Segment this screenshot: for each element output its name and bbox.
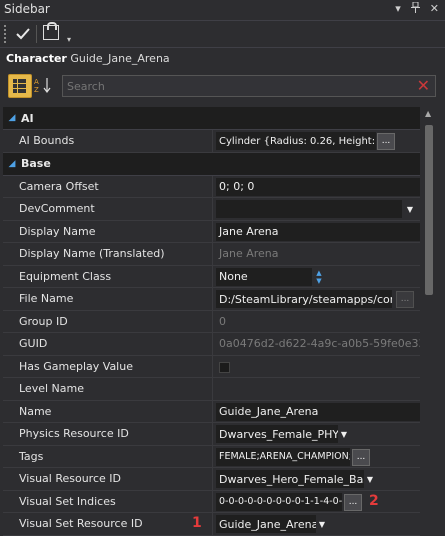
- devcomment-dropdown-icon[interactable]: ▼: [402, 200, 418, 218]
- property-row-devcomment: DevComment ▼: [3, 198, 420, 221]
- ai-bounds-browse-button[interactable]: ...: [377, 133, 395, 150]
- clear-search-icon[interactable]: ✕: [417, 76, 430, 96]
- property-name: DevComment: [17, 198, 213, 220]
- property-row-has-gameplay-value: Has Gameplay Value: [3, 355, 420, 378]
- visual-resource-id-select[interactable]: Dwarves_Hero_Female_Base: [216, 470, 364, 488]
- property-grid: ◢ AI AI Bounds Cylinder {Radius: 0.26, H…: [3, 107, 420, 536]
- property-name: Level Name: [17, 378, 213, 400]
- ai-bounds-value[interactable]: Cylinder {Radius: 0.26, Height: 1.8}: [216, 132, 376, 150]
- vertical-scrollbar[interactable]: ▲: [423, 107, 435, 536]
- character-value: Guide_Jane_Arena: [70, 52, 170, 65]
- check-icon[interactable]: [13, 24, 33, 44]
- property-name: File Name: [17, 288, 213, 310]
- group-id-value: 0: [219, 314, 226, 328]
- visual-set-indices-input[interactable]: 0-0-0-0-0-0-0-0-0-1-1-4-0-0: [216, 492, 342, 511]
- property-row-name: Name Guide_Jane_Arena: [3, 400, 420, 423]
- tags-edit-button[interactable]: ...: [352, 448, 370, 466]
- property-name: Equipment Class: [17, 265, 213, 287]
- property-name: AI Bounds: [17, 130, 213, 152]
- property-name: Display Name (Translated): [17, 243, 213, 265]
- categorized-view-button[interactable]: [8, 74, 32, 98]
- property-row-ai-bounds: AI Bounds Cylinder {Radius: 0.26, Height…: [3, 130, 420, 153]
- property-name: Visual Set Resource ID 1: [17, 513, 213, 535]
- physics-resource-id-dropdown-icon[interactable]: ▼: [336, 425, 352, 443]
- category-label: Base: [21, 157, 51, 170]
- collapse-triangle-icon[interactable]: ◢: [3, 159, 21, 169]
- property-row-level-name: Level Name: [3, 378, 420, 401]
- search-input[interactable]: [63, 76, 407, 96]
- equipment-class-input[interactable]: None: [216, 267, 312, 286]
- scroll-thumb[interactable]: [425, 125, 433, 295]
- property-name: Visual Set Indices: [17, 490, 213, 512]
- toolbar-grip[interactable]: [4, 25, 6, 43]
- property-name: Physics Resource ID: [17, 423, 213, 445]
- menu-chevron-icon[interactable]: ▾: [395, 2, 401, 16]
- property-row-visual-resource-id: Visual Resource ID Dwarves_Hero_Female_B…: [3, 468, 420, 491]
- annotation-number-one: 1: [192, 515, 202, 531]
- character-header: Character Guide_Jane_Arena: [6, 52, 170, 65]
- toolbar-dropdown-icon[interactable]: ▾: [67, 35, 71, 44]
- physics-resource-id-select[interactable]: Dwarves_Female_PHYS: [216, 425, 338, 443]
- category-label: AI: [21, 111, 34, 125]
- property-name: Group ID: [17, 310, 213, 332]
- categorized-icon: [13, 79, 27, 93]
- visual-set-indices-edit-button[interactable]: ...: [344, 493, 362, 511]
- devcomment-input[interactable]: [216, 200, 402, 218]
- category-base[interactable]: ◢ Base: [3, 152, 420, 176]
- camera-offset-input[interactable]: 0; 0; 0: [216, 177, 420, 196]
- property-name: Has Gameplay Value: [17, 355, 213, 377]
- property-row-tags: Tags FEMALE;ARENA_CHAMPION; ...: [3, 445, 420, 468]
- property-name: Name: [17, 400, 213, 422]
- tags-input[interactable]: FEMALE;ARENA_CHAMPION;: [216, 447, 350, 466]
- property-name: Camera Offset: [17, 175, 213, 197]
- property-name: GUID: [17, 333, 213, 355]
- visual-resource-id-dropdown-icon[interactable]: ▼: [362, 470, 378, 488]
- window-title: Sidebar: [4, 2, 50, 16]
- property-row-visual-set-resource-id: Visual Set Resource ID 1 Guide_Jane_Aren…: [3, 513, 420, 536]
- sort-az-icon: A Z: [34, 78, 51, 93]
- scroll-up-arrow-icon[interactable]: ▲: [425, 109, 431, 118]
- svg-text:Z: Z: [34, 86, 39, 93]
- view-row: A Z ✕: [0, 72, 445, 102]
- character-label: Character: [6, 52, 67, 65]
- has-gameplay-value-checkbox[interactable]: [219, 361, 230, 373]
- category-ai[interactable]: ◢ AI: [3, 107, 420, 130]
- title-bar: Sidebar ▾ ✕: [0, 0, 445, 21]
- property-name-label: Visual Set Resource ID: [19, 517, 143, 531]
- visual-set-resource-id-dropdown-icon[interactable]: ▼: [314, 515, 330, 533]
- pin-icon[interactable]: [410, 1, 420, 16]
- property-name: Visual Resource ID: [17, 468, 213, 490]
- property-row-visual-set-indices: Visual Set Indices 0-0-0-0-0-0-0-0-0-1-1…: [3, 490, 420, 513]
- guid-value: 0a0476d2-d622-4a9c-a0b5-59fe0e3390: [219, 337, 420, 351]
- property-row-camera-offset: Camera Offset 0; 0; 0: [3, 175, 420, 198]
- display-name-input[interactable]: Jane Arena: [216, 222, 420, 241]
- property-name: Tags: [17, 445, 213, 467]
- toolbar: ▾: [0, 21, 445, 48]
- search-box: ✕: [62, 75, 436, 97]
- close-icon[interactable]: ✕: [430, 2, 439, 16]
- collapse-triangle-icon[interactable]: ◢: [3, 113, 21, 123]
- display-name-translated-value: Jane Arena: [219, 247, 279, 261]
- property-row-file-name: File Name D:/SteamLibrary/steamapps/comm…: [3, 288, 420, 311]
- property-row-display-name: Display Name Jane Arena: [3, 220, 420, 243]
- property-row-group-id: Group ID 0: [3, 310, 420, 333]
- property-row-equipment-class: Equipment Class None ▲ ▼: [3, 265, 420, 288]
- file-name-browse-button[interactable]: ...: [396, 291, 414, 308]
- property-row-guid: GUID 0a0476d2-d622-4a9c-a0b5-59fe0e3390: [3, 333, 420, 356]
- svg-text:A: A: [34, 78, 39, 86]
- property-row-display-name-translated: Display Name (Translated) Jane Arena: [3, 243, 420, 266]
- file-name-input[interactable]: D:/SteamLibrary/steamapps/common: [216, 290, 392, 308]
- window-controls: ▾ ✕: [395, 1, 439, 16]
- alphabetical-sort-button[interactable]: A Z: [33, 74, 55, 96]
- toolbar-separator: [36, 25, 37, 43]
- equipment-class-spinner-icon[interactable]: ▲ ▼: [314, 269, 324, 285]
- annotation-number-two: 2: [369, 492, 379, 509]
- visual-set-resource-id-select[interactable]: Guide_Jane_Arena: [216, 515, 316, 533]
- name-input[interactable]: Guide_Jane_Arena: [216, 402, 420, 421]
- property-name: Display Name: [17, 220, 213, 242]
- property-row-physics-resource-id: Physics Resource ID Dwarves_Female_PHYS …: [3, 423, 420, 446]
